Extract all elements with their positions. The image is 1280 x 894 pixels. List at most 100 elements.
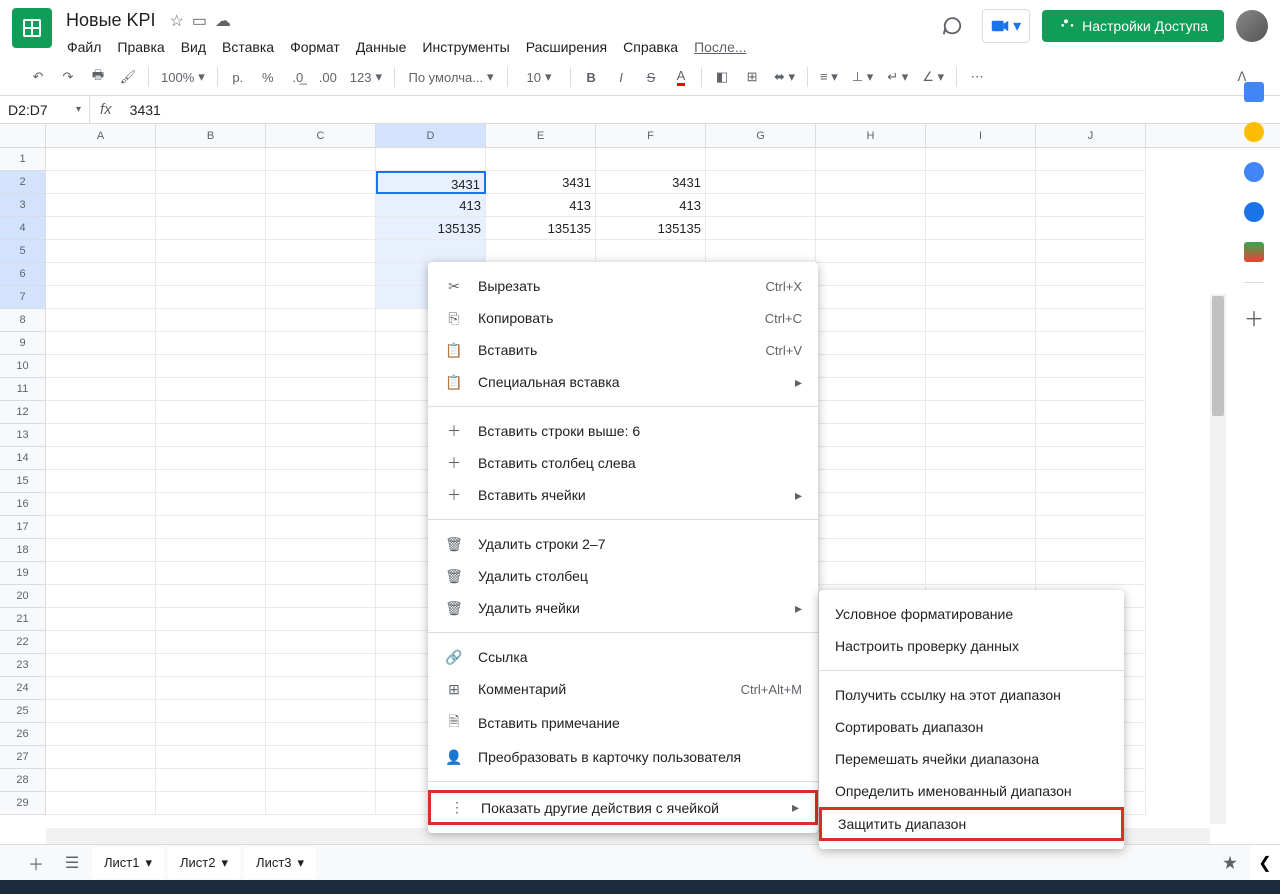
strike-btn[interactable]: S xyxy=(637,63,665,91)
paint-icon[interactable]: 🖌 xyxy=(114,63,142,91)
zoom-dropdown[interactable]: 100% ▾ xyxy=(155,63,211,91)
cell[interactable] xyxy=(156,378,266,401)
cell[interactable] xyxy=(1036,332,1146,355)
cell[interactable] xyxy=(46,608,156,631)
cell[interactable] xyxy=(1036,263,1146,286)
cell[interactable] xyxy=(816,217,926,240)
sheets-logo[interactable] xyxy=(12,8,52,48)
row-header[interactable]: 14 xyxy=(0,447,46,470)
sheet-tab[interactable]: Лист1 ▾ xyxy=(92,847,164,879)
share-button[interactable]: Настройки Доступа xyxy=(1042,10,1224,42)
select-all-corner[interactable] xyxy=(0,124,46,147)
col-header[interactable]: F xyxy=(596,124,706,147)
cell[interactable] xyxy=(156,194,266,217)
cell[interactable] xyxy=(156,769,266,792)
cell[interactable] xyxy=(46,470,156,493)
row-header[interactable]: 29 xyxy=(0,792,46,815)
cell[interactable] xyxy=(46,585,156,608)
cell[interactable] xyxy=(156,700,266,723)
cell[interactable]: 413 xyxy=(596,194,706,217)
cell[interactable] xyxy=(816,171,926,194)
row-header[interactable]: 9 xyxy=(0,332,46,355)
undo-icon[interactable]: ↶ xyxy=(24,63,52,91)
menu-insert[interactable]: Вставка xyxy=(215,35,281,59)
dec-less-btn[interactable]: .0̲ xyxy=(284,63,312,91)
row-header[interactable]: 16 xyxy=(0,493,46,516)
cell[interactable] xyxy=(266,447,376,470)
ctx-insert-rows[interactable]: ＋Вставить строки выше: 6 xyxy=(428,415,818,447)
cell[interactable] xyxy=(926,286,1036,309)
valign-btn[interactable]: ⊥ ▾ xyxy=(846,63,879,91)
cell[interactable] xyxy=(926,516,1036,539)
cell[interactable] xyxy=(926,447,1036,470)
redo-icon[interactable]: ↷ xyxy=(54,63,82,91)
cell[interactable] xyxy=(156,677,266,700)
doc-title[interactable]: Новые KPI xyxy=(60,8,162,33)
cell[interactable] xyxy=(46,539,156,562)
cell[interactable] xyxy=(1036,378,1146,401)
sub-cond-format[interactable]: Условное форматирование xyxy=(819,598,1124,630)
cell[interactable] xyxy=(46,654,156,677)
cell[interactable] xyxy=(266,769,376,792)
ctx-delete-rows[interactable]: 🗑Удалить строки 2–7 xyxy=(428,528,818,560)
cell[interactable] xyxy=(156,631,266,654)
cell[interactable] xyxy=(156,539,266,562)
cell[interactable] xyxy=(156,217,266,240)
dec-more-btn[interactable]: .00 xyxy=(314,63,342,91)
cell[interactable] xyxy=(816,378,926,401)
cell[interactable] xyxy=(266,332,376,355)
cell[interactable] xyxy=(46,263,156,286)
col-header[interactable]: H xyxy=(816,124,926,147)
calendar-icon[interactable] xyxy=(1244,82,1264,102)
wrap-btn[interactable]: ↵ ▾ xyxy=(881,63,914,91)
menu-ext[interactable]: Расширения xyxy=(519,35,614,59)
row-header[interactable]: 1 xyxy=(0,148,46,171)
name-box[interactable]: D2:D7▾ xyxy=(0,96,90,123)
cell[interactable] xyxy=(926,240,1036,263)
row-header[interactable]: 2 xyxy=(0,171,46,194)
cell[interactable] xyxy=(816,424,926,447)
row-header[interactable]: 27 xyxy=(0,746,46,769)
cell[interactable] xyxy=(1036,493,1146,516)
font-dropdown[interactable]: По умолча... ▾ xyxy=(401,63,501,91)
menu-edit[interactable]: Правка xyxy=(110,35,171,59)
cell[interactable] xyxy=(266,263,376,286)
cell[interactable] xyxy=(1036,539,1146,562)
cell[interactable] xyxy=(816,470,926,493)
cell[interactable] xyxy=(816,562,926,585)
cell[interactable]: 3431 xyxy=(486,171,596,194)
cell[interactable] xyxy=(46,309,156,332)
row-header[interactable]: 26 xyxy=(0,723,46,746)
ctx-paste[interactable]: 📋ВставитьCtrl+V xyxy=(428,334,818,366)
cell[interactable] xyxy=(156,562,266,585)
row-header[interactable]: 25 xyxy=(0,700,46,723)
cell[interactable] xyxy=(816,493,926,516)
sheet-tab[interactable]: Лист3 ▾ xyxy=(244,847,316,879)
cell[interactable] xyxy=(46,286,156,309)
ctx-more-actions[interactable]: ⋮Показать другие действия с ячейкой▸ xyxy=(428,790,818,825)
bold-btn[interactable]: B xyxy=(577,63,605,91)
cell[interactable] xyxy=(156,309,266,332)
ctx-cut[interactable]: ✂ВырезатьCtrl+X xyxy=(428,270,818,302)
cell[interactable] xyxy=(706,148,816,171)
side-panel-toggle[interactable]: ❮ xyxy=(1250,844,1280,880)
sheet-tab[interactable]: Лист2 ▾ xyxy=(168,847,240,879)
cell[interactable] xyxy=(156,447,266,470)
cell[interactable] xyxy=(1036,171,1146,194)
cell[interactable] xyxy=(46,424,156,447)
sub-shuffle[interactable]: Перемешать ячейки диапазона xyxy=(819,743,1124,775)
cell[interactable] xyxy=(266,148,376,171)
cell[interactable]: 135135 xyxy=(596,217,706,240)
cell[interactable] xyxy=(816,516,926,539)
sub-sort[interactable]: Сортировать диапазон xyxy=(819,711,1124,743)
explore-btn[interactable] xyxy=(1210,844,1250,880)
cell[interactable] xyxy=(266,700,376,723)
cell[interactable] xyxy=(926,194,1036,217)
cell[interactable] xyxy=(1036,424,1146,447)
cell[interactable] xyxy=(266,194,376,217)
cell[interactable] xyxy=(266,516,376,539)
ctx-insert-col[interactable]: ＋Вставить столбец слева xyxy=(428,447,818,479)
fontsize-dropdown[interactable]: 10 ▾ xyxy=(514,63,564,91)
row-header[interactable]: 13 xyxy=(0,424,46,447)
sub-get-link[interactable]: Получить ссылку на этот диапазон xyxy=(819,679,1124,711)
